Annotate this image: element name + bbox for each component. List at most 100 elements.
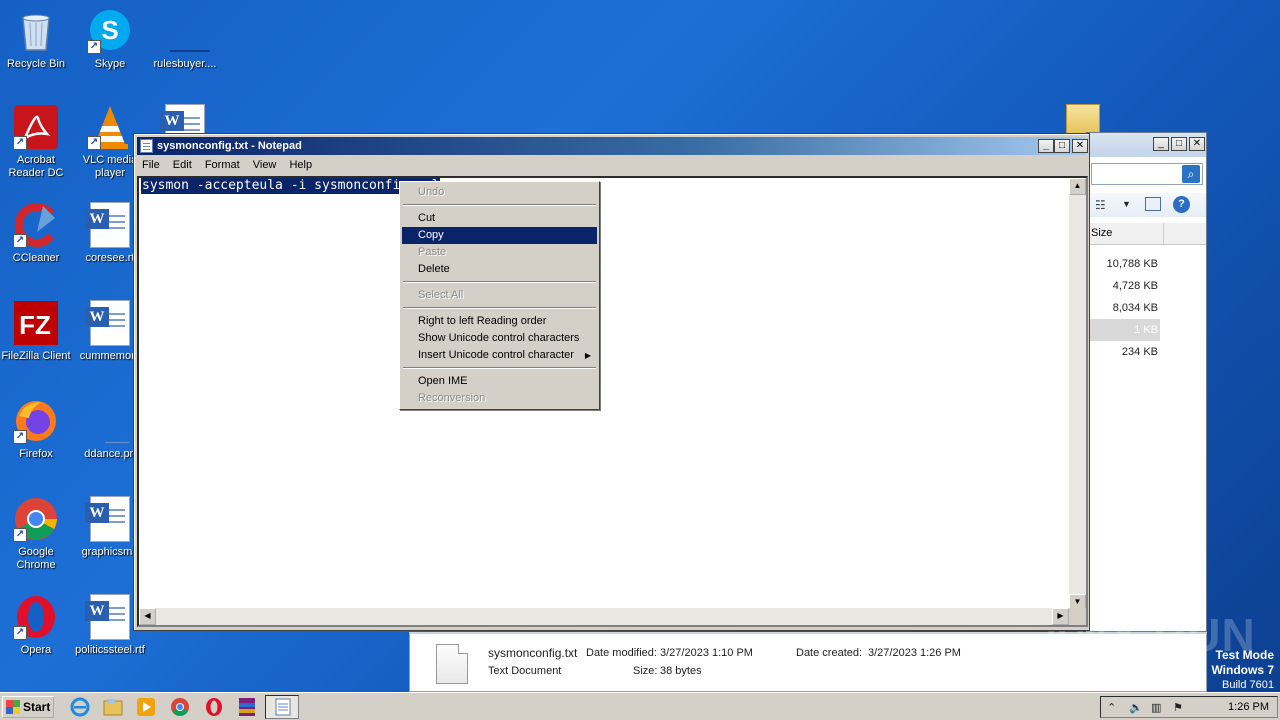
explorer-search-box[interactable]: ⌕: [1091, 163, 1203, 185]
network-icon[interactable]: ▥: [1151, 701, 1161, 714]
selected-text[interactable]: sysmon -accepteula -i sysmonconfig.xml: [141, 178, 441, 194]
menu-separator: [402, 278, 597, 287]
text-editor-area[interactable]: sysmon -accepteula -i sysmonconfig.xml ▲…: [137, 176, 1088, 627]
file-icon: [162, 8, 210, 54]
desktop-icon-ccleaner[interactable]: ↗ CCleaner: [0, 202, 74, 265]
folder-icon: [1066, 104, 1100, 134]
menu-item-rtl-reading-order[interactable]: Right to left Reading order: [402, 313, 597, 330]
close-button[interactable]: ✕: [1189, 137, 1205, 151]
menu-item-delete[interactable]: Delete: [402, 261, 597, 278]
list-item[interactable]: 10,788 KB: [1087, 253, 1206, 275]
menu-item-copy[interactable]: Copy: [402, 227, 597, 244]
details-modified-value: 3/27/2023 1:10 PM: [660, 647, 753, 659]
size-grip[interactable]: [1069, 608, 1086, 625]
menu-item-undo: Undo: [418, 186, 445, 198]
volume-icon[interactable]: 🔈: [1129, 701, 1143, 714]
desktop-icon-skype[interactable]: S ↗ Skype: [72, 8, 148, 71]
shortcut-arrow-icon: ↗: [13, 626, 27, 640]
menu-item-cut[interactable]: Cut: [402, 210, 597, 227]
close-button[interactable]: ✕: [1072, 139, 1088, 153]
notepad-icon: [275, 698, 291, 716]
submenu-arrow-icon: ▶: [584, 351, 591, 360]
scroll-up-button[interactable]: ▲: [1069, 178, 1086, 195]
menu-bar: File Edit Format View Help: [137, 156, 317, 175]
word-document-icon: W: [85, 300, 133, 346]
vertical-scrollbar[interactable]: ▲ ▼: [1069, 178, 1086, 611]
scroll-right-button[interactable]: ▶: [1052, 608, 1069, 625]
taskbar-notepad-button[interactable]: [265, 695, 299, 719]
start-button[interactable]: Start: [2, 696, 54, 718]
notepad-window[interactable]: sysmonconfig.txt - Notepad _ □ ✕ File Ed…: [133, 133, 1090, 631]
menu-file[interactable]: File: [137, 156, 165, 174]
desktop-icon-rulesbuyer[interactable]: rulesbuyer....: [147, 8, 223, 71]
details-filename: sysmonconfig.txt: [488, 646, 578, 660]
winrar-icon[interactable]: [237, 697, 257, 717]
search-icon[interactable]: ⌕: [1182, 165, 1200, 183]
word-document-icon: W: [85, 594, 133, 640]
menu-item-show-unicode[interactable]: Show Unicode control characters: [402, 330, 597, 347]
explorer-title-bar[interactable]: _ □ ✕: [1087, 133, 1206, 157]
list-item[interactable]: 234 KB: [1087, 341, 1206, 363]
menu-format[interactable]: Format: [200, 156, 245, 174]
acrobat-icon: ↗: [13, 104, 59, 150]
internet-explorer-icon[interactable]: [70, 697, 90, 717]
shortcut-arrow-icon: ↗: [13, 430, 27, 444]
action-center-flag-icon[interactable]: ⚑: [1173, 701, 1183, 714]
desktop-icon-chrome[interactable]: ↗ Google Chrome: [0, 496, 74, 572]
explorer-toolbar: ☷ ▼ ?: [1087, 193, 1206, 217]
window-title: sysmonconfig.txt - Notepad: [157, 140, 302, 152]
preview-pane-icon[interactable]: [1145, 197, 1161, 211]
vlc-icon: ↗: [87, 104, 133, 150]
clock[interactable]: 1:26 PM: [1228, 701, 1269, 713]
details-created-value: 3/27/2023 1:26 PM: [868, 647, 961, 659]
desktop-icon-acrobat[interactable]: ↗ Acrobat Reader DC: [0, 104, 74, 180]
svg-text:FZ: FZ: [19, 310, 51, 340]
chevron-down-icon[interactable]: ▼: [1122, 199, 1131, 209]
shortcut-arrow-icon: ↗: [87, 40, 101, 54]
details-modified-label: Date modified:: [586, 647, 657, 659]
help-icon[interactable]: ?: [1173, 196, 1190, 213]
menu-view[interactable]: View: [248, 156, 282, 174]
desktop-icon-opera[interactable]: ↗ Opera: [0, 594, 74, 657]
desktop-icon-label: politicssteel.rtf: [75, 644, 145, 656]
view-options-icon[interactable]: ☷: [1095, 198, 1106, 212]
minimize-button[interactable]: _: [1153, 137, 1169, 151]
notepad-icon: [140, 139, 153, 153]
menu-edit[interactable]: Edit: [168, 156, 197, 174]
test-mode-line: Test Mode: [1215, 648, 1274, 662]
file-explorer-icon[interactable]: [103, 697, 123, 717]
minimize-button[interactable]: _: [1038, 139, 1054, 153]
media-player-icon[interactable]: [136, 697, 156, 717]
list-item[interactable]: 4,728 KB: [1087, 275, 1206, 297]
desktop-icon-recycle-bin[interactable]: Recycle Bin: [0, 8, 74, 71]
menu-item-open-ime[interactable]: Open IME: [402, 373, 597, 390]
file-size-list: 10,788 KB 4,728 KB 8,034 KB 1 KB 234 KB: [1087, 253, 1206, 363]
menu-item-reconversion: Reconversion: [418, 392, 486, 404]
desktop-icon-filezilla[interactable]: FZ FileZilla Client: [0, 300, 74, 363]
menu-help[interactable]: Help: [284, 156, 317, 174]
scroll-left-button[interactable]: ◀: [139, 608, 156, 625]
details-size-value: 38 bytes: [660, 665, 702, 677]
list-item-selected[interactable]: 1 KB: [1087, 319, 1160, 341]
chrome-taskbar-icon[interactable]: [170, 697, 190, 717]
taskbar: Start ⌃ 🔈 ▥ ⚑ 1:26 PM: [0, 692, 1280, 720]
desktop-icon-label: rulesbuyer....: [153, 58, 217, 70]
notepad-title-bar[interactable]: sysmonconfig.txt - Notepad _ □ ✕: [137, 137, 1088, 155]
menu-item-paste: Paste: [418, 246, 447, 258]
show-hidden-icons-icon[interactable]: ⌃: [1107, 701, 1116, 714]
list-item[interactable]: 8,034 KB: [1087, 297, 1206, 319]
horizontal-scrollbar[interactable]: ◀ ▶: [139, 608, 1069, 625]
start-label: Start: [23, 700, 51, 714]
desktop-icon-label: Google Chrome: [16, 546, 56, 571]
desktop-icon-firefox[interactable]: ↗ Firefox: [0, 398, 74, 461]
maximize-button[interactable]: □: [1171, 137, 1187, 151]
explorer-window[interactable]: _ □ ✕ ⌕ ☷ ▼ ? Size 10,788 KB 4,728 KB 8,…: [1086, 132, 1207, 632]
desktop-icon-label: Acrobat Reader DC: [8, 154, 64, 179]
edit-context-menu: Undo Cut Copy Paste Delete Select All Ri…: [399, 181, 600, 410]
menu-item-insert-unicode[interactable]: Insert Unicode control character ▶: [402, 347, 597, 364]
opera-taskbar-icon[interactable]: [204, 697, 224, 717]
maximize-button[interactable]: □: [1054, 139, 1070, 153]
firefox-icon: ↗: [13, 398, 59, 444]
size-column-header[interactable]: Size: [1087, 223, 1206, 245]
details-created-label: Date created:: [796, 647, 863, 659]
